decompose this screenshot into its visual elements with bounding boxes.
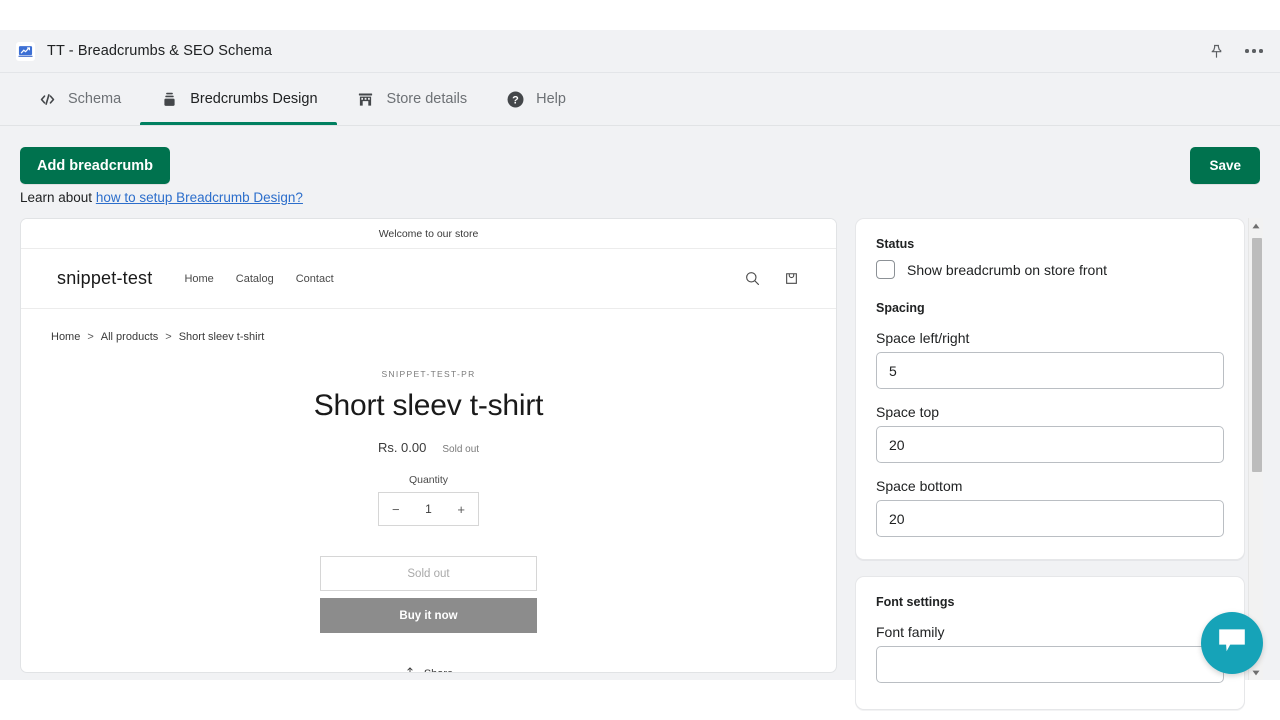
window-title-bar: TT - Breadcrumbs & SEO Schema (0, 30, 1280, 73)
share-label: Share (424, 668, 453, 674)
action-bar: Add breadcrumb Learn about how to setup … (0, 126, 1280, 214)
buy-it-now-button[interactable]: Buy it now (320, 598, 537, 633)
window-controls (1206, 41, 1264, 61)
primary-nav: Schema Bredcrumbs Design Store details (0, 73, 1280, 126)
code-icon (37, 89, 57, 109)
window-title: TT - Breadcrumbs & SEO Schema (47, 43, 272, 59)
spacing-section-title: Spacing (876, 301, 1224, 315)
workspace: Welcome to our store snippet-test Home C… (0, 214, 1280, 680)
storefront-preview: Welcome to our store snippet-test Home C… (20, 218, 837, 673)
space-left-right-input[interactable] (876, 352, 1224, 389)
preview-nav-home[interactable]: Home (184, 273, 213, 285)
announcement-bar: Welcome to our store (21, 219, 836, 249)
breadcrumb-item-current: Short sleev t-shirt (179, 331, 265, 343)
space-bottom-label: Space bottom (876, 478, 1224, 494)
quantity-decrement-button[interactable]: − (392, 502, 400, 517)
svg-text:?: ? (512, 94, 519, 106)
tab-store-details-label: Store details (387, 91, 468, 107)
chat-bubble-icon (1217, 627, 1247, 659)
product-price-row: Rs. 0.00 Sold out (21, 440, 836, 455)
preview-nav-contact[interactable]: Contact (296, 273, 334, 285)
quantity-increment-button[interactable]: + (457, 502, 465, 517)
scrollbar-thumb[interactable] (1252, 238, 1262, 472)
pin-icon[interactable] (1206, 41, 1226, 61)
space-top-label: Space top (876, 404, 1224, 420)
storefront-icon (356, 89, 376, 109)
tab-store-details[interactable]: Store details (337, 73, 487, 125)
tab-schema[interactable]: Schema (18, 73, 140, 125)
status-spacing-card: Status Show breadcrumb on store front Sp… (855, 218, 1245, 560)
quantity-stepper[interactable]: − 1 + (378, 492, 479, 526)
space-top-input[interactable] (876, 426, 1224, 463)
tab-bredcrumbs-design[interactable]: Bredcrumbs Design (140, 73, 336, 125)
save-button[interactable]: Save (1190, 147, 1260, 184)
product-vendor: SNIPPET-TEST-PR (21, 369, 836, 379)
show-breadcrumb-checkbox[interactable] (876, 260, 895, 279)
question-circle-icon: ? (505, 89, 525, 109)
font-settings-title: Font settings (876, 595, 1224, 609)
shopping-bag-icon[interactable] (783, 270, 800, 287)
preview-header-icons (744, 270, 800, 287)
tab-help-label: Help (536, 91, 566, 107)
app-root: TT - Breadcrumbs & SEO Schema Schema (0, 0, 1280, 720)
show-breadcrumb-checkbox-row[interactable]: Show breadcrumb on store front (876, 260, 1224, 279)
share-icon (404, 666, 416, 673)
quantity-label: Quantity (21, 474, 836, 486)
breadcrumb-separator: > (165, 331, 171, 343)
preview-store-header: snippet-test Home Catalog Contact (21, 249, 836, 309)
breadcrumb-design-help-link[interactable]: how to setup Breadcrumb Design? (96, 190, 303, 205)
layers-icon (159, 89, 179, 109)
breadcrumb-item-home[interactable]: Home (51, 331, 80, 343)
tab-help[interactable]: ? Help (486, 73, 585, 125)
quantity-value: 1 (425, 502, 432, 516)
product-price: Rs. 0.00 (378, 440, 426, 455)
show-breadcrumb-label: Show breadcrumb on store front (907, 262, 1107, 278)
space-left-right-label: Space left/right (876, 330, 1224, 346)
chat-widget-button[interactable] (1201, 612, 1263, 674)
preview-nav-catalog[interactable]: Catalog (236, 273, 274, 285)
learn-prefix-label: Learn about (20, 190, 92, 205)
product-title: Short sleev t-shirt (21, 389, 836, 423)
font-settings-card: Font settings Font family (855, 576, 1245, 710)
settings-panel: Status Show breadcrumb on store front Sp… (855, 218, 1245, 680)
font-family-label: Font family (876, 624, 1224, 640)
sold-out-button: Sold out (320, 556, 537, 591)
share-button[interactable]: Share (21, 666, 836, 673)
add-breadcrumb-button[interactable]: Add breadcrumb (20, 147, 170, 184)
breadcrumb-item-all-products[interactable]: All products (101, 331, 158, 343)
scroll-up-arrow-icon[interactable] (1249, 218, 1263, 233)
store-name: snippet-test (57, 268, 152, 289)
tab-schema-label: Schema (68, 91, 121, 107)
breadcrumb-separator: > (87, 331, 93, 343)
analytics-app-icon (16, 42, 35, 61)
panel-scrollbar[interactable] (1248, 218, 1263, 680)
more-options-icon[interactable] (1244, 41, 1264, 61)
search-icon[interactable] (744, 270, 761, 287)
tab-bredcrumbs-design-label: Bredcrumbs Design (190, 91, 317, 107)
product-block: SNIPPET-TEST-PR Short sleev t-shirt Rs. … (21, 343, 836, 673)
status-section-title: Status (876, 237, 1224, 251)
font-family-input[interactable] (876, 646, 1224, 683)
active-tab-underline (140, 122, 336, 125)
space-bottom-input[interactable] (876, 500, 1224, 537)
learn-about-text: Learn about how to setup Breadcrumb Desi… (20, 190, 303, 205)
preview-nav-links: Home Catalog Contact (184, 273, 333, 285)
product-stock-label: Sold out (442, 444, 479, 455)
preview-breadcrumb: Home > All products > Short sleev t-shir… (21, 309, 836, 343)
